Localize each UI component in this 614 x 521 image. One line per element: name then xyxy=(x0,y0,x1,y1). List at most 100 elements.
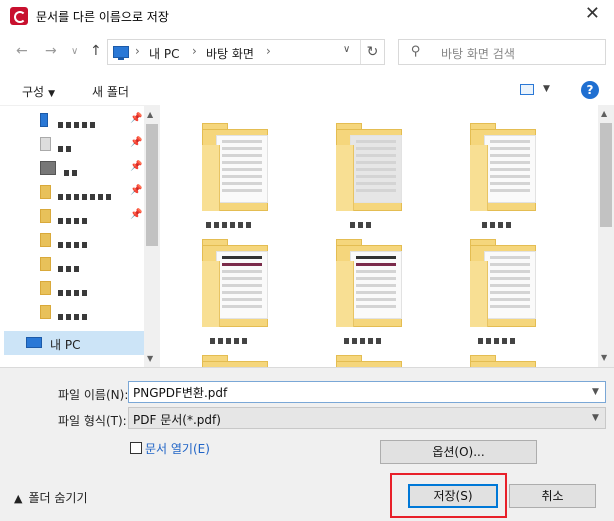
file-list-scrollbar[interactable]: ▲ ▼ xyxy=(598,105,614,367)
folder-icon xyxy=(202,261,220,327)
navigation-bar: ← → ∨ ↑ › 내 PC › 바탕 화면 › ∨ ↻ ⚲ 바탕 화면 검색 xyxy=(0,31,614,75)
item-icon xyxy=(40,161,56,175)
obscured-label xyxy=(206,217,254,228)
quick-access-item[interactable]: 📌 xyxy=(0,108,144,132)
filetype-select[interactable]: PDF 문서(*.pdf) xyxy=(128,407,606,429)
app-icon xyxy=(10,7,28,25)
item-icon xyxy=(40,137,51,151)
file-list xyxy=(160,105,598,367)
folder-item[interactable] xyxy=(0,228,144,252)
folder-item[interactable] xyxy=(0,276,144,300)
obscured-label xyxy=(350,217,374,228)
pin-icon[interactable]: 📌 xyxy=(130,113,142,124)
scroll-up-icon[interactable]: ▲ xyxy=(601,109,607,118)
chevron-up-icon: ▲ xyxy=(14,492,23,505)
chevron-down-icon[interactable]: ▼ xyxy=(592,387,599,397)
sidebar-item-label: 내 PC xyxy=(50,338,81,352)
quick-access-item[interactable]: 📌 xyxy=(0,180,144,204)
organize-button[interactable]: 구성 ▼ xyxy=(22,83,55,100)
file-item[interactable] xyxy=(330,115,430,228)
document-preview xyxy=(484,251,536,319)
cancel-button[interactable]: 취소 xyxy=(509,484,596,508)
search-icon: ⚲ xyxy=(411,44,421,59)
file-item[interactable] xyxy=(330,231,430,344)
navigation-scrollbar[interactable]: ▲ ▼ xyxy=(144,106,160,368)
pin-icon[interactable]: 📌 xyxy=(130,137,142,148)
document-preview xyxy=(350,251,402,319)
recent-locations-chevron-icon[interactable]: ∨ xyxy=(71,46,78,57)
open-document-checkbox[interactable] xyxy=(130,442,142,454)
command-toolbar: 구성 ▼ 새 폴더 ▼ ? xyxy=(0,75,614,105)
folder-icon xyxy=(336,261,354,327)
breadcrumb-separator: › xyxy=(192,44,197,58)
computer-icon xyxy=(113,46,129,60)
refresh-icon[interactable]: ↻ xyxy=(360,40,384,64)
window-title: 문서를 다른 이름으로 저장 xyxy=(36,10,169,24)
close-icon[interactable]: ✕ xyxy=(585,4,600,24)
open-document-label[interactable]: 문서 열기(E) xyxy=(145,440,210,457)
pin-icon[interactable]: 📌 xyxy=(130,161,142,172)
folder-icon xyxy=(202,145,220,211)
folder-icon xyxy=(470,261,488,327)
folder-item[interactable] xyxy=(0,252,144,276)
scroll-down-icon[interactable]: ▼ xyxy=(601,353,607,362)
obscured-label xyxy=(210,333,250,344)
folder-icon xyxy=(40,185,51,199)
obscured-label xyxy=(58,261,82,272)
item-icon xyxy=(40,113,48,127)
address-bar[interactable]: › 내 PC › 바탕 화면 › ∨ ↻ xyxy=(107,39,385,65)
quick-access-item[interactable]: 📌 xyxy=(0,132,144,156)
quick-access-item[interactable]: 📌 xyxy=(0,204,144,228)
save-form: 파일 이름(N): ▼ 파일 형식(T): PDF 문서(*.pdf) ▼ 문서… xyxy=(0,367,614,521)
folder-icon xyxy=(40,257,51,271)
scroll-thumb[interactable] xyxy=(146,124,158,246)
pin-icon[interactable]: 📌 xyxy=(130,209,142,220)
navigation-pane: 📌 📌 📌 📌 📌 내 PC ▲ ▼ xyxy=(0,105,160,368)
file-item[interactable] xyxy=(464,347,564,367)
folder-icon xyxy=(336,145,354,211)
help-icon[interactable]: ? xyxy=(581,81,599,99)
forward-arrow-icon[interactable]: → xyxy=(45,43,57,59)
filename-input[interactable] xyxy=(128,381,606,403)
pin-icon[interactable]: 📌 xyxy=(130,185,142,196)
search-box[interactable]: ⚲ 바탕 화면 검색 xyxy=(398,39,606,65)
file-item[interactable] xyxy=(464,115,564,228)
back-arrow-icon[interactable]: ← xyxy=(16,43,28,59)
folder-icon xyxy=(470,145,488,211)
title-bar: 문서를 다른 이름으로 저장 ✕ xyxy=(0,0,614,31)
obscured-label xyxy=(58,285,90,296)
scroll-down-icon[interactable]: ▼ xyxy=(147,354,153,363)
obscured-label xyxy=(482,217,514,228)
breadcrumb-this-pc[interactable]: 내 PC xyxy=(149,45,179,62)
obscured-label xyxy=(58,141,74,152)
obscured-label xyxy=(478,333,518,344)
scroll-up-icon[interactable]: ▲ xyxy=(147,110,153,119)
new-folder-button[interactable]: 새 폴더 xyxy=(92,83,129,100)
obscured-label xyxy=(58,309,90,320)
hide-folders-label: 폴더 숨기기 xyxy=(28,491,88,505)
document-preview xyxy=(350,135,402,203)
caret-down-icon[interactable]: ▼ xyxy=(543,84,550,94)
scroll-thumb[interactable] xyxy=(600,123,612,227)
up-arrow-icon[interactable]: ↑ xyxy=(90,43,102,59)
file-item[interactable] xyxy=(196,115,296,228)
computer-icon xyxy=(26,337,42,348)
filename-label: 파일 이름(N): xyxy=(58,388,129,402)
chevron-down-icon[interactable]: ▼ xyxy=(592,413,599,423)
view-options-icon[interactable] xyxy=(520,84,534,95)
obscured-label xyxy=(58,237,90,248)
file-item[interactable] xyxy=(196,347,296,367)
hide-folders-button[interactable]: ▲ 폴더 숨기기 xyxy=(14,489,87,506)
folder-item[interactable] xyxy=(0,300,144,324)
file-item[interactable] xyxy=(330,347,430,367)
file-item[interactable] xyxy=(464,231,564,344)
organize-label: 구성 xyxy=(22,85,45,99)
save-button[interactable]: 저장(S) xyxy=(408,484,498,508)
sidebar-item-this-pc[interactable]: 내 PC xyxy=(4,331,144,355)
breadcrumb-desktop[interactable]: 바탕 화면 xyxy=(206,45,254,62)
folder-icon xyxy=(40,281,51,295)
quick-access-item[interactable]: 📌 xyxy=(0,156,144,180)
options-button[interactable]: 옵션(O)... xyxy=(380,440,537,464)
file-item[interactable] xyxy=(196,231,296,344)
address-dropdown-icon[interactable]: ∨ xyxy=(343,44,350,55)
